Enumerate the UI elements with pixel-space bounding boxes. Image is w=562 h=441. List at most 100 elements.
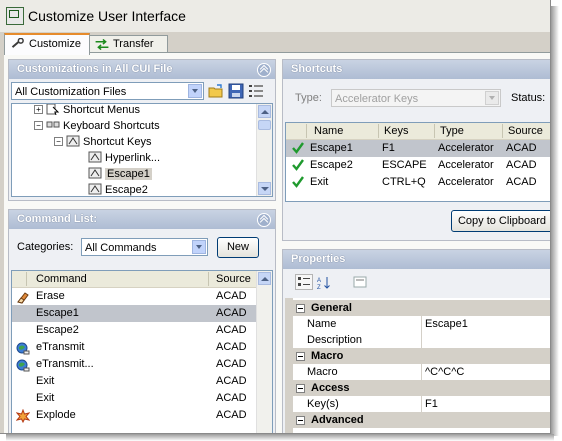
chevron-down-icon — [485, 91, 499, 105]
expand-icon[interactable]: + — [34, 105, 43, 114]
collapse-icon[interactable]: − — [54, 137, 63, 146]
shortcut-row[interactable]: Escape2 ESCAPE Accelerator ACAD — [286, 157, 550, 174]
category-label: Advanced — [311, 414, 364, 426]
property-row-macro[interactable]: Macro ^C^C^C — [293, 364, 550, 381]
shortcut-row[interactable]: Exit CTRL+Q Accelerator ACAD — [286, 174, 550, 191]
command-row[interactable]: Escape1 ACAD — [12, 305, 257, 322]
col-source[interactable]: Source — [508, 124, 550, 138]
title-bar[interactable]: Customize User Interface — [0, 0, 550, 32]
property-pages-icon[interactable] — [351, 274, 369, 290]
tree-item-hyperlink[interactable]: Hyperlink... — [88, 150, 160, 166]
command-source: ACAD — [216, 375, 247, 387]
window-shadow-bottom — [6, 434, 554, 441]
svg-text:A: A — [317, 278, 321, 284]
category-advanced[interactable]: Advanced — [293, 412, 550, 428]
categorized-view-icon[interactable] — [295, 274, 313, 290]
col-source[interactable]: Source — [216, 272, 256, 286]
property-row-name[interactable]: Name Escape1 — [293, 316, 550, 333]
shortcuts-header[interactable]: Shortcuts — [283, 60, 550, 79]
scroll-up-icon[interactable] — [258, 272, 271, 285]
tree-item-escape1[interactable]: Escape1 — [88, 166, 152, 182]
command-list-header[interactable]: Command List: — [9, 210, 275, 229]
command-row[interactable]: Explode ACAD — [12, 407, 257, 424]
tree-scrollbar[interactable] — [256, 104, 272, 196]
command-row[interactable]: eTransmit ACAD — [12, 339, 257, 356]
collapse-icon[interactable] — [296, 352, 305, 361]
properties-header[interactable]: Properties — [283, 250, 550, 269]
col-name[interactable]: Name — [314, 124, 379, 138]
check-icon — [292, 142, 304, 154]
col-type[interactable]: Type — [440, 124, 503, 138]
col-icon[interactable] — [12, 272, 27, 286]
column-splitter[interactable] — [421, 332, 422, 348]
explode-icon — [16, 409, 30, 423]
tab-customize-label: Customize — [29, 38, 81, 50]
shortcut-row[interactable]: Escape1 F1 Accelerator ACAD — [286, 140, 550, 157]
categories-dropdown[interactable]: All Commands — [81, 238, 208, 256]
properties-toolbar: AZ — [283, 269, 550, 297]
command-source: ACAD — [216, 290, 247, 302]
command-row[interactable]: Exit ACAD — [12, 373, 257, 390]
collapse-icon[interactable] — [296, 384, 305, 393]
cui-file-dropdown[interactable]: All Customization Files — [11, 82, 204, 100]
collapse-icon[interactable] — [296, 304, 305, 313]
command-name: Escape2 — [36, 324, 79, 336]
column-splitter[interactable] — [421, 396, 422, 412]
command-list-scrollbar[interactable] — [256, 271, 272, 433]
tree-item-escape2[interactable]: Escape2 — [88, 182, 148, 196]
property-key: Macro — [307, 366, 338, 378]
command-row[interactable]: eTransmit... ACAD — [12, 356, 257, 373]
collapse-customizations-icon[interactable] — [257, 63, 271, 77]
scroll-up-icon[interactable] — [258, 105, 271, 118]
tree-item-label: Escape1 — [105, 168, 152, 180]
col-keys[interactable]: Keys — [384, 124, 435, 138]
scroll-thumb[interactable] — [258, 120, 271, 130]
col-command[interactable]: Command — [36, 272, 209, 286]
category-macro[interactable]: Macro — [293, 348, 550, 364]
category-access[interactable]: Access — [293, 380, 550, 396]
type-dropdown[interactable]: Accelerator Keys — [331, 89, 501, 107]
property-value: ^C^C^C — [425, 366, 465, 378]
command-source: ACAD — [216, 341, 247, 353]
shortcuts-list[interactable]: Name Keys Type Source Escape1 F1 Acceler… — [285, 122, 550, 202]
collapse-icon[interactable]: − — [34, 121, 43, 130]
command-row[interactable]: Erase ACAD — [12, 288, 257, 305]
save-icon[interactable] — [228, 83, 244, 99]
command-row[interactable]: Exit ACAD — [12, 390, 257, 407]
property-key: Name — [307, 318, 337, 330]
command-name: Exit — [36, 375, 55, 387]
tree-item-keyboard-shortcuts[interactable]: − Keyboard Shortcuts — [34, 118, 160, 134]
shortcut-menus-icon — [46, 104, 60, 115]
tab-customize[interactable]: Customize — [4, 33, 90, 55]
list-view-icon[interactable] — [248, 83, 264, 99]
property-row-description[interactable]: Description — [293, 332, 550, 349]
command-row[interactable]: Escape2 ACAD — [12, 322, 257, 339]
tree-item-shortcut-keys[interactable]: − Shortcut Keys — [54, 134, 151, 150]
customizations-header[interactable]: Customizations in All CUI File — [9, 60, 275, 79]
column-splitter[interactable] — [421, 316, 422, 332]
column-splitter[interactable] — [421, 364, 422, 380]
window-shadow-right — [551, 6, 559, 436]
tab-transfer[interactable]: Transfer — [88, 35, 168, 53]
command-list[interactable]: Command Source Erase ACAD Escape1 ACAD E… — [11, 270, 273, 433]
open-file-icon[interactable] — [208, 83, 224, 99]
scroll-down-icon[interactable] — [258, 182, 271, 195]
categories-value: All Commands — [85, 242, 157, 254]
copy-to-clipboard-button[interactable]: Copy to Clipboard — [451, 210, 550, 232]
command-name: Exit — [36, 392, 55, 404]
sort-az-icon[interactable]: AZ — [315, 274, 333, 291]
collapse-command-list-icon[interactable] — [257, 213, 271, 227]
command-source: ACAD — [216, 409, 247, 421]
property-grid[interactable]: General Name Escape1 Description Macro Ma… — [285, 298, 550, 433]
tree-item-shortcut-menus[interactable]: + Shortcut Menus — [34, 104, 140, 118]
new-command-button[interactable]: New — [217, 237, 259, 258]
property-row-keys[interactable]: Key(s) F1 — [293, 396, 550, 413]
col-status[interactable] — [286, 124, 307, 138]
property-value: Escape1 — [425, 318, 468, 330]
customizations-tree[interactable]: + Shortcut Menus − Keyboard Shortcuts − Sho… — [11, 103, 273, 197]
tree-item-label: Hyperlink... — [105, 152, 161, 164]
check-icon — [292, 159, 304, 171]
command-list-title: Command List: — [17, 213, 98, 225]
collapse-icon[interactable] — [296, 416, 305, 425]
category-general[interactable]: General — [293, 300, 550, 316]
